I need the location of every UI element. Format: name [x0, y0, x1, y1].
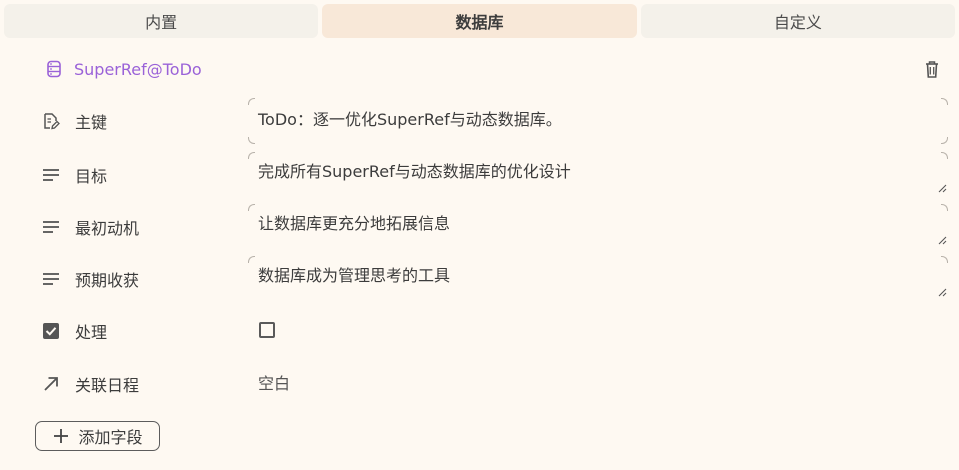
goal-input[interactable]: 完成所有SuperRef与动态数据库的优化设计: [248, 152, 948, 195]
arrow-up-right-icon: [40, 373, 62, 395]
goal-value: 完成所有SuperRef与动态数据库的优化设计: [258, 162, 571, 181]
field-label-related-schedule[interactable]: 关联日程: [40, 372, 248, 396]
resize-handle-icon[interactable]: [937, 287, 947, 297]
field-label-goal[interactable]: 目标: [40, 163, 248, 187]
database-icon: [44, 58, 64, 80]
tab-custom[interactable]: 自定义: [640, 4, 955, 38]
field-goal: 目标 完成所有SuperRef与动态数据库的优化设计: [40, 152, 948, 195]
field-label-text: 目标: [75, 167, 108, 186]
add-field-button[interactable]: 添加字段: [35, 421, 160, 451]
motivation-input[interactable]: 让数据库更充分地拓展信息: [248, 204, 948, 247]
resize-handle-icon[interactable]: [937, 235, 947, 245]
text-lines-icon: [40, 268, 62, 290]
field-motivation: 最初动机 让数据库更充分地拓展信息: [40, 204, 948, 247]
field-process: 处理: [40, 319, 948, 343]
field-label-primary-key[interactable]: 主键: [40, 109, 248, 133]
document-edit-icon: [40, 110, 62, 132]
field-expected-gain: 预期收获 数据库成为管理思考的工具: [40, 256, 948, 299]
tab-builtin[interactable]: 内置: [4, 4, 319, 38]
process-checkbox[interactable]: [259, 322, 275, 338]
field-label-process[interactable]: 处理: [40, 319, 248, 343]
primary-key-value: ToDo：逐一优化SuperRef与动态数据库。: [258, 110, 562, 129]
primary-key-input[interactable]: ToDo：逐一优化SuperRef与动态数据库。: [248, 98, 948, 144]
field-label-text: 关联日程: [75, 376, 140, 395]
plus-icon: [52, 427, 70, 445]
field-label-expected-gain[interactable]: 预期收获: [40, 267, 248, 291]
database-name-link[interactable]: SuperRef@ToDo: [74, 60, 202, 79]
expected-gain-value: 数据库成为管理思考的工具: [258, 266, 451, 285]
field-label-motivation[interactable]: 最初动机: [40, 215, 248, 239]
tab-database[interactable]: 数据库: [322, 4, 637, 38]
expected-gain-input[interactable]: 数据库成为管理思考的工具: [248, 256, 948, 299]
text-lines-icon: [40, 164, 62, 186]
field-label-text: 主键: [75, 113, 108, 132]
field-primary-key: 主键 ToDo：逐一优化SuperRef与动态数据库。: [40, 98, 948, 144]
text-lines-icon: [40, 216, 62, 238]
motivation-value: 让数据库更充分地拓展信息: [258, 214, 451, 233]
database-header: SuperRef@ToDo: [44, 56, 943, 82]
related-schedule-value[interactable]: 空白: [248, 372, 948, 396]
trash-icon[interactable]: [921, 58, 943, 80]
field-label-text: 处理: [75, 323, 108, 342]
add-field-label: 添加字段: [78, 428, 143, 447]
field-label-text: 预期收获: [75, 271, 140, 290]
checkbox-checked-icon: [40, 320, 62, 342]
resize-handle-icon[interactable]: [937, 183, 947, 193]
field-label-text: 最初动机: [75, 219, 140, 238]
field-related-schedule: 关联日程 空白: [40, 372, 948, 396]
tab-bar: 内置 数据库 自定义: [4, 4, 955, 38]
